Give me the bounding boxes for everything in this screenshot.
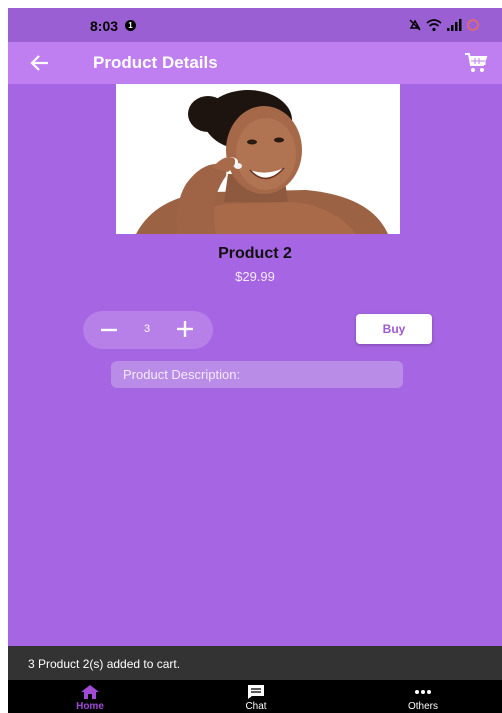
nav-label-home: Home bbox=[76, 701, 104, 712]
snackbar-message: 3 Product 2(s) added to cart. bbox=[28, 657, 181, 671]
increment-button[interactable] bbox=[173, 316, 197, 342]
nav-item-others[interactable]: Others bbox=[373, 680, 473, 713]
status-bar: 8:03 1 bbox=[8, 8, 502, 42]
decrement-button[interactable] bbox=[97, 317, 121, 343]
wifi-icon bbox=[426, 19, 442, 32]
battery-icon bbox=[467, 19, 479, 31]
chat-icon bbox=[248, 685, 264, 699]
status-time: 8:03 bbox=[90, 18, 119, 34]
description-label: Product Description: bbox=[123, 367, 241, 382]
buy-button[interactable]: Buy bbox=[356, 314, 432, 344]
nav-item-chat[interactable]: Chat bbox=[206, 680, 306, 713]
minus-icon bbox=[101, 328, 117, 332]
quantity-stepper: 3 bbox=[83, 311, 213, 349]
app-bar: Product Details bbox=[8, 42, 502, 84]
quantity-value: 3 bbox=[143, 323, 151, 335]
nav-label-others: Others bbox=[407, 701, 438, 712]
more-icon bbox=[415, 690, 431, 694]
signal-icon bbox=[447, 19, 462, 31]
arrow-left-icon[interactable] bbox=[28, 51, 52, 75]
mute-icon bbox=[409, 19, 421, 31]
product-name: Product 2 bbox=[218, 245, 292, 262]
snackbar: 3 Product 2(s) added to cart. bbox=[8, 646, 502, 680]
product-photo bbox=[116, 84, 400, 234]
nav-item-home[interactable]: Home bbox=[40, 680, 140, 713]
product-price: $29.99 bbox=[235, 269, 275, 284]
product-image bbox=[116, 84, 400, 234]
plus-icon bbox=[177, 321, 193, 337]
nav-label-chat: Chat bbox=[245, 701, 267, 712]
notification-badge: 1 bbox=[125, 20, 136, 31]
product-description: Product Description: bbox=[111, 361, 403, 388]
status-icons bbox=[408, 18, 480, 32]
page-title: Product Details bbox=[93, 53, 218, 72]
phone-screen: 8:03 1 Product Details Product 2 $29.99 … bbox=[8, 8, 502, 713]
bottom-nav: Home Chat Others bbox=[8, 680, 502, 713]
cart-icon[interactable] bbox=[464, 51, 488, 75]
home-icon bbox=[81, 685, 99, 699]
